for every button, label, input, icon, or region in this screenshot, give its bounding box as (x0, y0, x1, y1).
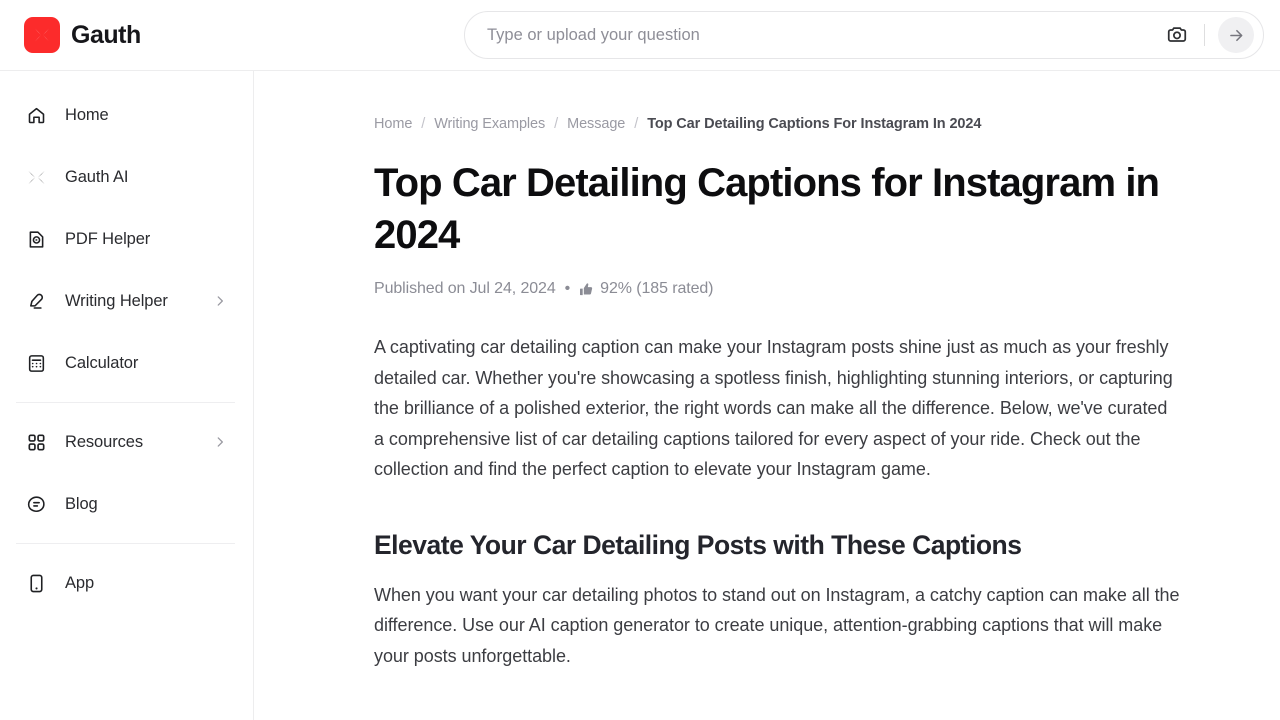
sidebar-item-app[interactable]: App (10, 561, 243, 605)
sidebar: Home Gauth AI PDF Helper Writing Helper … (0, 71, 254, 720)
published-date: Published on Jul 24, 2024 (374, 280, 556, 297)
sidebar-item-label: PDF Helper (65, 229, 151, 248)
sidebar-divider (16, 543, 235, 544)
breadcrumb-separator: / (554, 116, 559, 132)
sidebar-item-pdf-helper[interactable]: PDF Helper (10, 217, 243, 261)
home-icon (24, 103, 48, 127)
sidebar-item-gauth-ai[interactable]: Gauth AI (10, 155, 243, 199)
sidebar-item-label: Resources (65, 432, 143, 451)
search-submit-button[interactable] (1218, 17, 1254, 53)
breadcrumb-item-message[interactable]: Message (567, 116, 625, 132)
sidebar-item-calculator[interactable]: Calculator (10, 341, 243, 385)
breadcrumb-item-home[interactable]: Home (374, 116, 412, 132)
sidebar-item-label: Calculator (65, 353, 139, 372)
breadcrumb-separator: / (634, 116, 639, 132)
rating-value: 92% (185 rated) (600, 280, 714, 297)
search-bar[interactable] (464, 11, 1264, 59)
top-header: Gauth (0, 0, 1280, 71)
main-content: Home / Writing Examples / Message / Top … (255, 71, 1280, 720)
pen-icon (24, 289, 48, 313)
gauth-x-logo-icon (24, 17, 60, 53)
section-heading: Elevate Your Car Detailing Posts with Th… (374, 529, 1022, 560)
sidebar-divider (16, 402, 235, 403)
brand-name: Gauth (71, 20, 141, 49)
sidebar-item-resources[interactable]: Resources (10, 420, 243, 464)
sidebar-item-label: Gauth AI (65, 167, 129, 186)
sidebar-item-label: Blog (65, 494, 98, 513)
article-meta: Published on Jul 24, 2024 • 92% (185 rat… (374, 280, 1180, 298)
gauth-ai-icon (24, 165, 48, 189)
sidebar-item-label: Writing Helper (65, 291, 168, 310)
rating-group: 92% (185 rated) (579, 280, 714, 298)
pdf-helper-icon (24, 227, 48, 251)
intro-paragraph: A captivating car detailing caption can … (374, 337, 1173, 479)
sidebar-item-writing-helper[interactable]: Writing Helper (10, 279, 243, 323)
sidebar-item-label: App (65, 573, 95, 592)
camera-icon[interactable] (1162, 20, 1192, 50)
mobile-app-icon (24, 571, 48, 595)
breadcrumb-separator: / (421, 116, 426, 132)
grid-apps-icon (24, 430, 48, 454)
breadcrumb: Home / Writing Examples / Message / Top … (374, 116, 1180, 132)
search-input[interactable] (465, 12, 1162, 58)
page-title: Top Car Detailing Captions for Instagram… (374, 161, 1160, 257)
blog-icon (24, 492, 48, 516)
section-paragraph: When you want your car detailing photos … (374, 584, 1180, 666)
thumbs-up-icon (579, 282, 594, 297)
breadcrumb-item-writing-examples[interactable]: Writing Examples (434, 116, 545, 132)
meta-separator: • (564, 280, 571, 297)
search-divider (1204, 24, 1205, 46)
chevron-right-icon (213, 294, 227, 308)
sidebar-item-label: Home (65, 105, 109, 124)
calculator-icon (24, 351, 48, 375)
chevron-right-icon (213, 435, 227, 449)
sidebar-item-blog[interactable]: Blog (10, 482, 243, 526)
sidebar-item-home[interactable]: Home (10, 93, 243, 137)
breadcrumb-item-current: Top Car Detailing Captions For Instagram… (647, 116, 982, 132)
brand-logo[interactable]: Gauth (24, 17, 141, 53)
